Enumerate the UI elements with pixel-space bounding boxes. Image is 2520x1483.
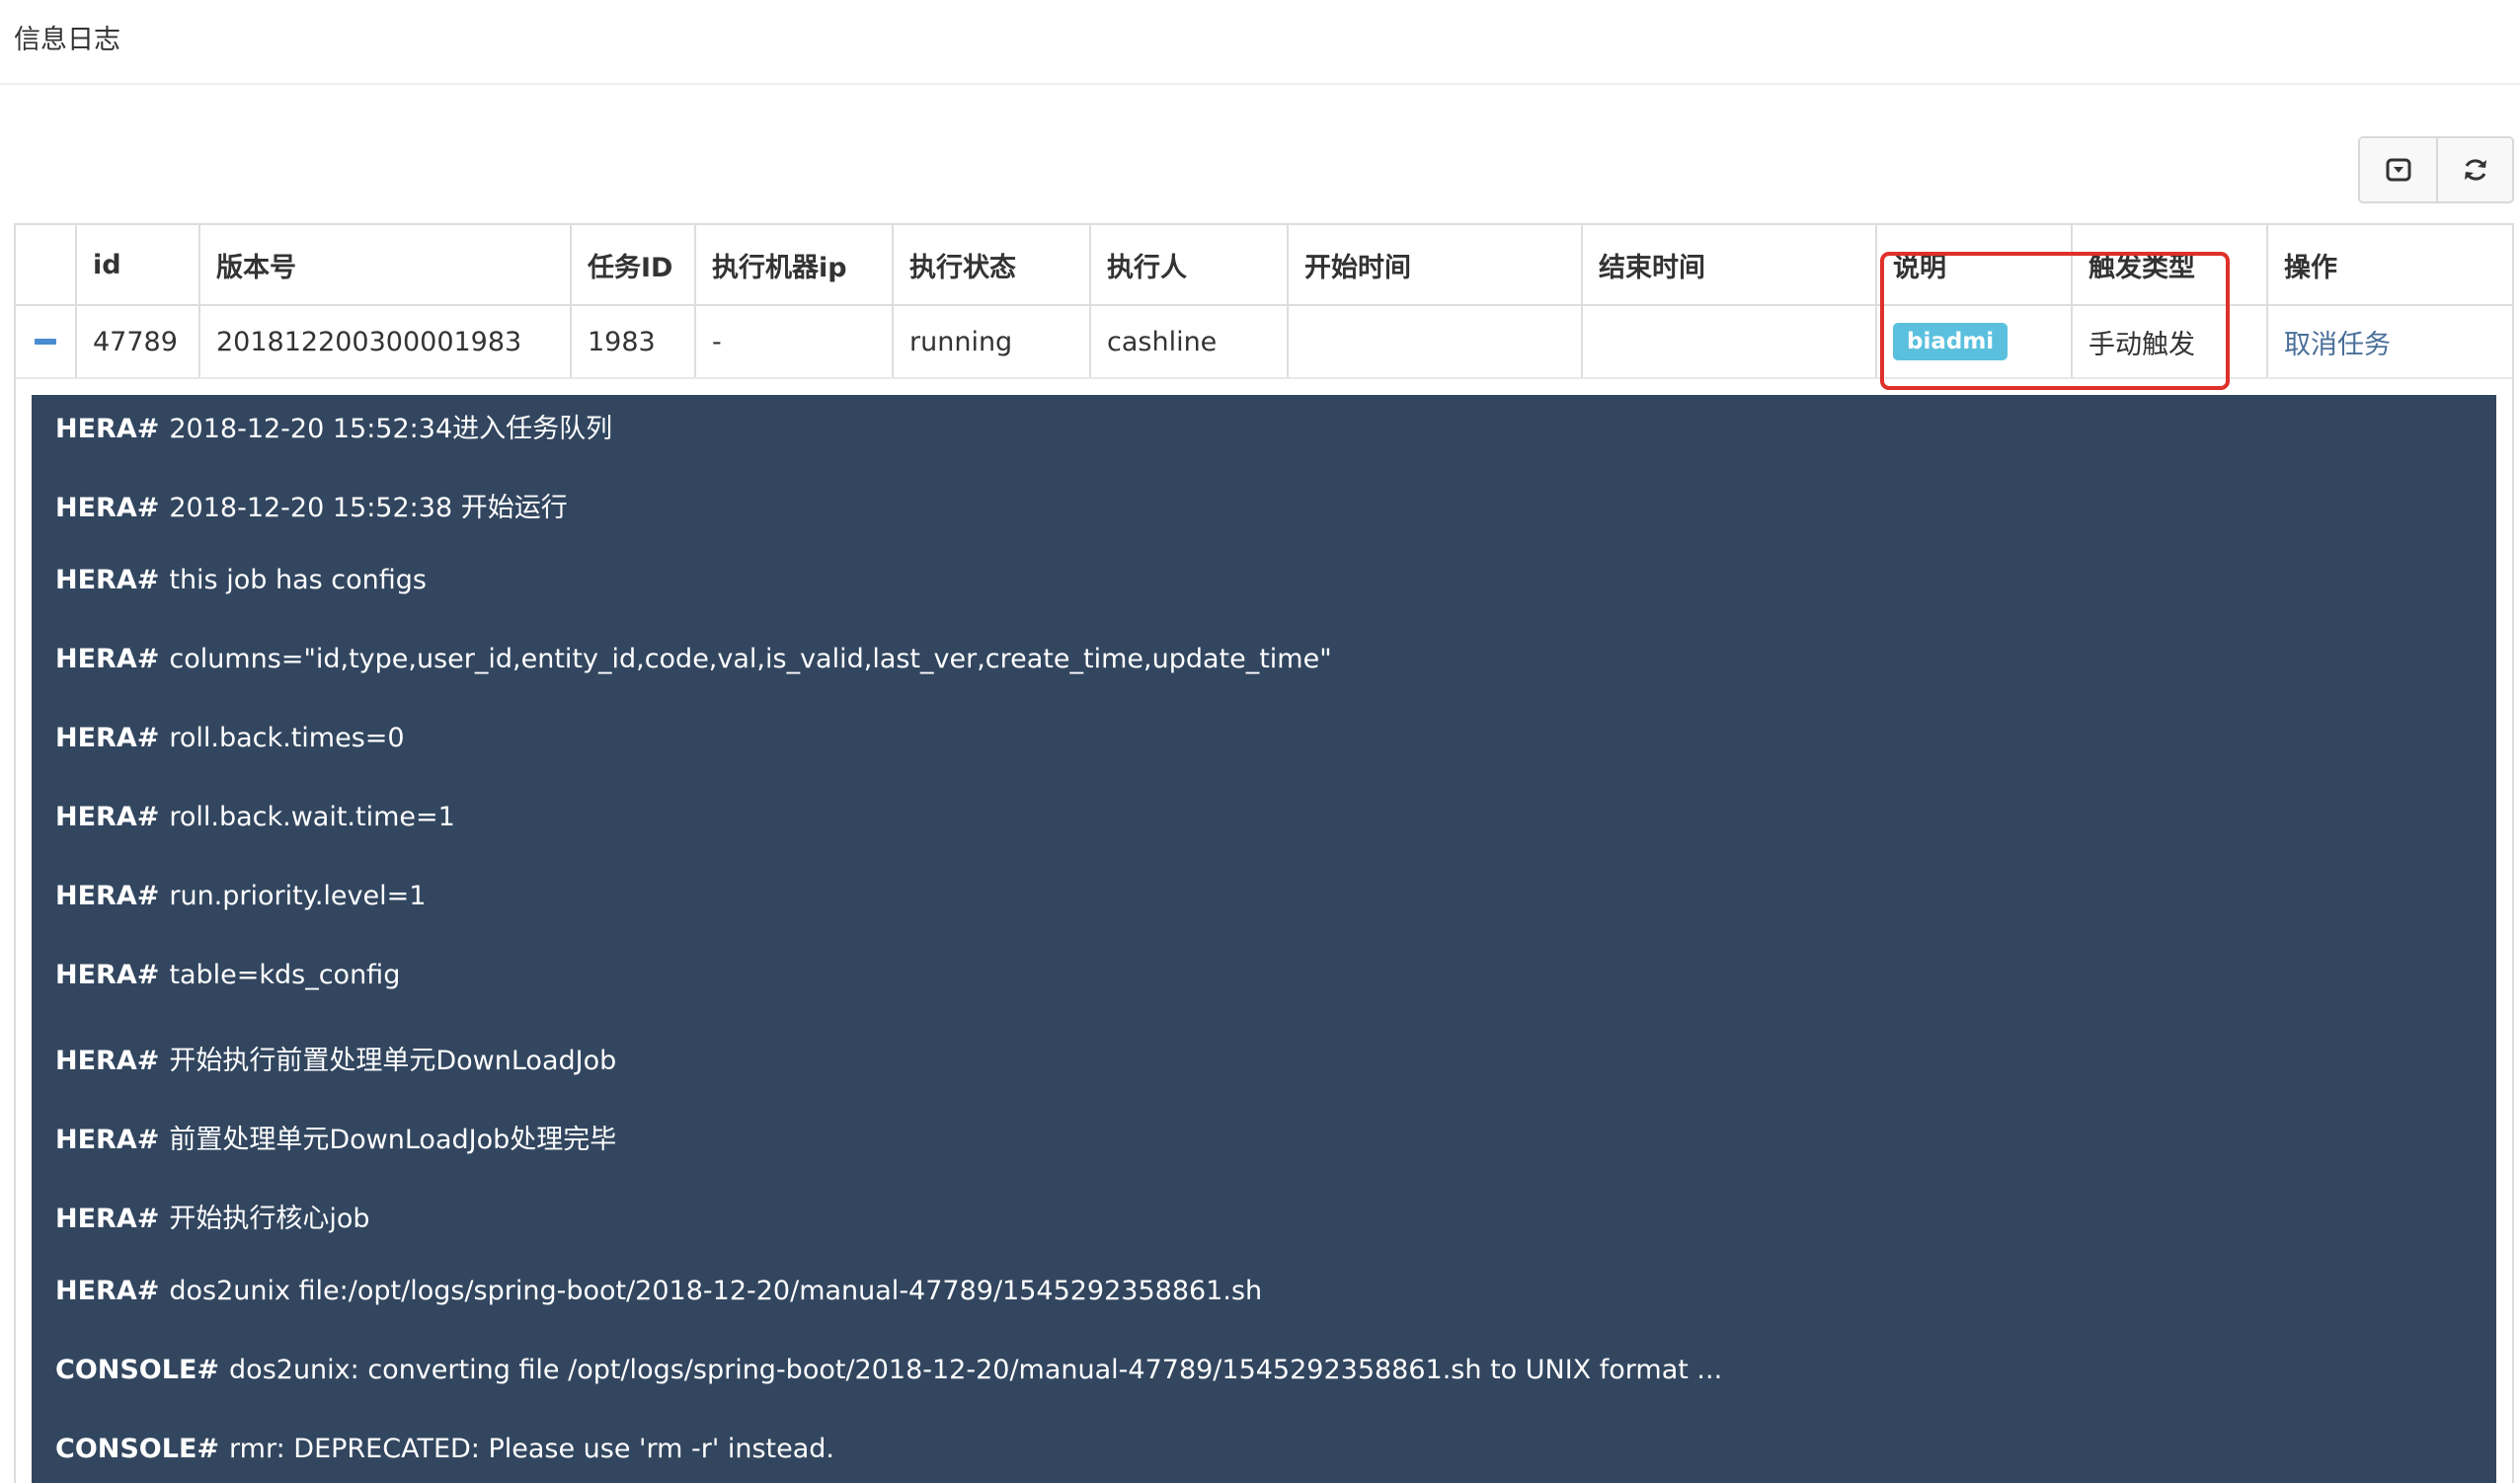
log-prefix: HERA# (55, 723, 160, 753)
log-text: 前置处理单元DownLoadJob处理完毕 (169, 1125, 617, 1155)
log-line: CONSOLE# dos2unix: converting file /opt/l… (55, 1355, 1722, 1385)
refresh-button[interactable] (2436, 138, 2512, 201)
log-text: run.priority.level=1 (169, 881, 427, 911)
log-prefix: HERA# (55, 960, 160, 990)
log-text: 开始执行前置处理单元DownLoadJob (169, 1046, 617, 1076)
header-end-time[interactable]: 结束时间 (1583, 225, 1877, 304)
log-prefix: HERA# (55, 1125, 160, 1155)
cancel-task-link[interactable]: 取消任务 (2284, 323, 2391, 361)
cell-machine-ip: - (696, 306, 894, 377)
log-prefix: HERA# (55, 565, 160, 595)
log-line: HERA# 前置处理单元DownLoadJob处理完毕 (55, 1118, 616, 1156)
header-task-id[interactable]: 任务ID (572, 225, 696, 304)
header-status[interactable]: 执行状态 (894, 225, 1091, 304)
log-prefix: HERA# (55, 881, 160, 911)
refresh-icon (2464, 159, 2486, 181)
log-line: HERA# run.priority.level=1 (55, 881, 426, 911)
header-description[interactable]: 说明 (1877, 225, 2073, 304)
header-executor[interactable]: 执行人 (1091, 225, 1289, 304)
log-line: HERA# 2018-12-20 15:52:34进入任务队列 (55, 407, 612, 445)
toggle-view-icon (2386, 158, 2410, 182)
log-text: 2018-12-20 15:52:38 开始运行 (169, 493, 568, 523)
log-prefix: CONSOLE# (55, 1434, 220, 1464)
collapse-detail-button[interactable] (35, 339, 56, 345)
log-text: 开始执行核心job (169, 1204, 370, 1234)
header-version[interactable]: 版本号 (200, 225, 572, 304)
header-expand (16, 225, 77, 304)
log-prefix: HERA# (55, 802, 160, 832)
log-text: 2018-12-20 15:52:34进入任务队列 (169, 414, 613, 444)
cell-end-time (1583, 306, 1877, 377)
cell-task-id: 1983 (572, 306, 696, 377)
header-machine-ip[interactable]: 执行机器ip (696, 225, 894, 304)
log-prefix: CONSOLE# (55, 1355, 220, 1385)
cell-status: running (894, 306, 1091, 377)
log-prefix: HERA# (55, 644, 160, 674)
cell-trigger-type: 手动触发 (2073, 306, 2268, 377)
log-text: roll.back.times=0 (169, 723, 405, 753)
log-text: this job has configs (169, 565, 427, 595)
log-line: HERA# roll.back.wait.time=1 (55, 802, 455, 832)
log-line: HERA# table=kds_config (55, 960, 400, 990)
table-row: 47789 201812200300001983 1983 - running … (16, 306, 2512, 379)
expand-cell (16, 306, 77, 377)
log-prefix: HERA# (55, 1276, 160, 1306)
header-trigger-type[interactable]: 触发类型 (2073, 225, 2268, 304)
header-id[interactable]: id (77, 225, 200, 304)
cell-start-time (1289, 306, 1583, 377)
log-line: HERA# roll.back.times=0 (55, 723, 405, 753)
log-text: columns="id,type,user_id,entity_id,code,… (169, 644, 1332, 674)
page-title: 信息日志 (14, 25, 120, 55)
table-header-row: id 版本号 任务ID 执行机器ip 执行状态 执行人 开始时间 结束时间 说明… (16, 225, 2512, 306)
toggle-view-button[interactable] (2360, 138, 2436, 201)
log-line: HERA# this job has configs (55, 565, 427, 595)
cell-description: biadmi (1877, 306, 2073, 377)
cell-action: 取消任务 (2268, 306, 2512, 377)
cell-version: 201812200300001983 (200, 306, 572, 377)
log-text: roll.back.wait.time=1 (169, 802, 455, 832)
log-line: HERA# dos2unix file:/opt/logs/spring-boot… (55, 1276, 1262, 1306)
log-prefix: HERA# (55, 493, 160, 523)
log-line: HERA# 开始执行核心job (55, 1197, 370, 1235)
log-line: HERA# 2018-12-20 15:52:38 开始运行 (55, 486, 568, 524)
log-prefix: HERA# (55, 414, 160, 444)
log-text: rmr: DEPRECATED: Please use 'rm -r' inst… (229, 1434, 834, 1464)
header-action: 操作 (2284, 252, 2337, 283)
log-panel: HERA# 2018-12-20 15:52:34进入任务队列 HERA# 2018-… (32, 395, 2496, 1483)
description-badge: biadmi (1893, 323, 2008, 360)
header-start-time[interactable]: 开始时间 (1289, 225, 1583, 304)
cell-id: 47789 (77, 306, 200, 377)
log-text: table=kds_config (169, 960, 401, 990)
log-prefix: HERA# (55, 1204, 160, 1234)
log-line: HERA# 开始执行前置处理单元DownLoadJob (55, 1039, 616, 1077)
page-header: 信息日志 (0, 0, 2520, 85)
cell-executor: cashline (1091, 306, 1289, 377)
log-line: CONSOLE# rmr: DEPRECATED: Please use 'rm … (55, 1434, 834, 1464)
log-prefix: HERA# (55, 1046, 160, 1076)
table-toolbar (2358, 136, 2514, 203)
log-line: HERA# columns="id,type,user_id,entity_id,… (55, 644, 1332, 674)
log-text: dos2unix file:/opt/logs/spring-boot/2018… (169, 1276, 1263, 1306)
log-text: dos2unix: converting file /opt/logs/spri… (229, 1355, 1723, 1385)
